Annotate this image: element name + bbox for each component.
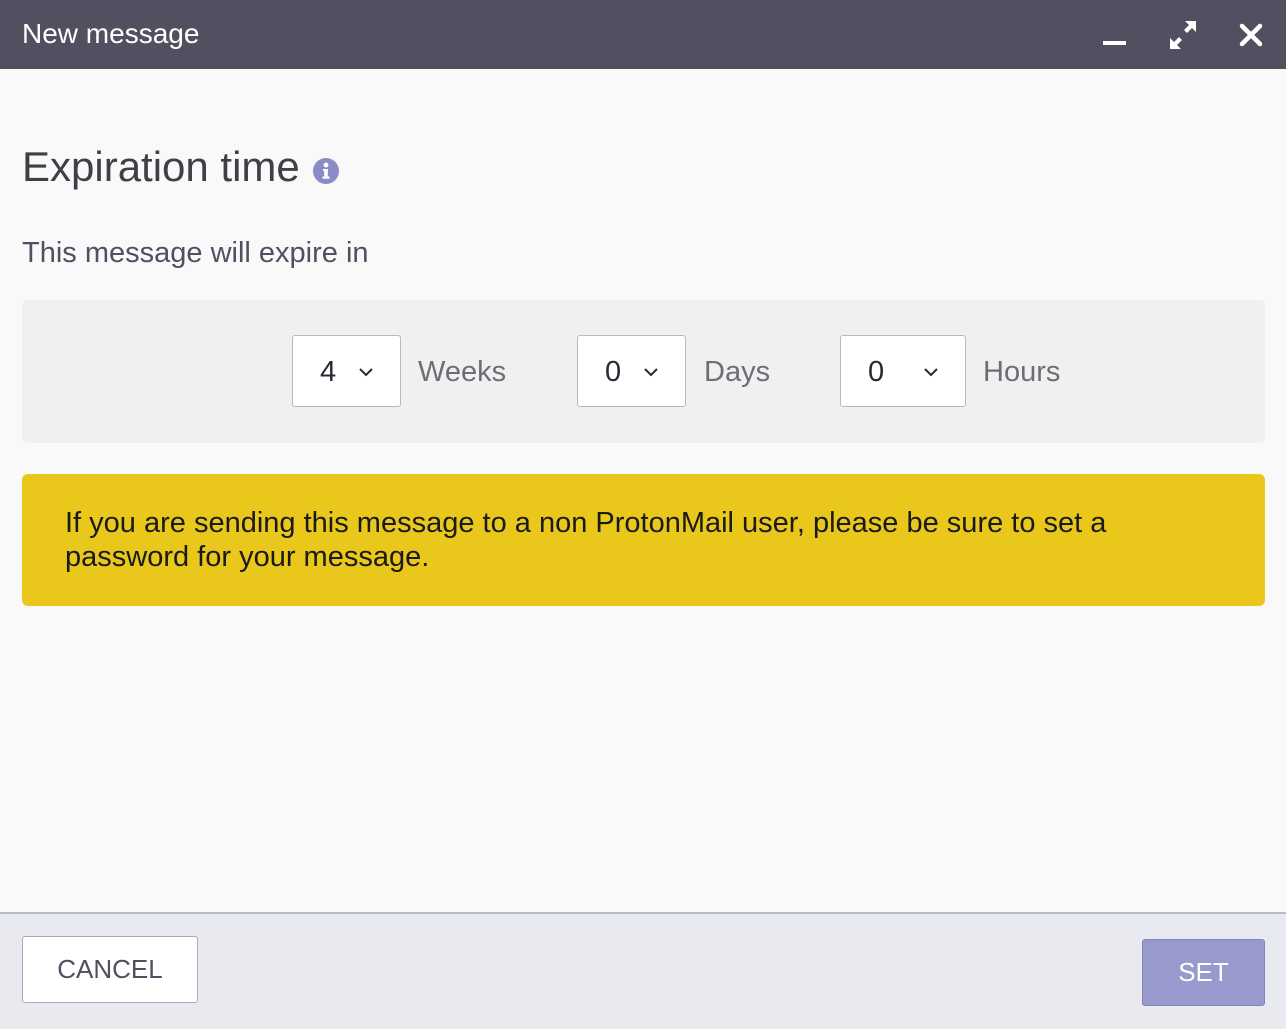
set-button[interactable]: SET bbox=[1142, 939, 1265, 1006]
warning-banner: If you are sending this message to a non… bbox=[22, 474, 1265, 606]
window-titlebar: New message bbox=[0, 0, 1286, 69]
chevron-down-icon bbox=[922, 363, 940, 381]
days-label: Days bbox=[704, 356, 771, 388]
minimize-icon[interactable] bbox=[1096, 17, 1132, 53]
window-title: New message bbox=[22, 18, 200, 49]
weeks-select[interactable]: 4 bbox=[292, 335, 401, 407]
expire-intro-text: This message will expire in bbox=[22, 237, 369, 269]
weeks-label: Weeks bbox=[418, 356, 507, 388]
cancel-button[interactable]: CANCEL bbox=[22, 936, 198, 1003]
chevron-down-icon bbox=[642, 363, 660, 381]
warning-text: If you are sending this message to a non… bbox=[65, 507, 1107, 573]
hours-label: Hours bbox=[983, 356, 1061, 388]
info-icon[interactable] bbox=[313, 158, 339, 184]
close-icon[interactable] bbox=[1233, 17, 1269, 53]
hours-select[interactable]: 0 bbox=[840, 335, 966, 407]
days-value: 0 bbox=[605, 356, 622, 388]
page-title: Expiration time bbox=[22, 143, 300, 190]
expand-icon[interactable] bbox=[1165, 17, 1201, 53]
days-select[interactable]: 0 bbox=[577, 335, 686, 407]
hours-value: 0 bbox=[868, 356, 885, 388]
weeks-value: 4 bbox=[320, 356, 337, 388]
chevron-down-icon bbox=[357, 363, 375, 381]
